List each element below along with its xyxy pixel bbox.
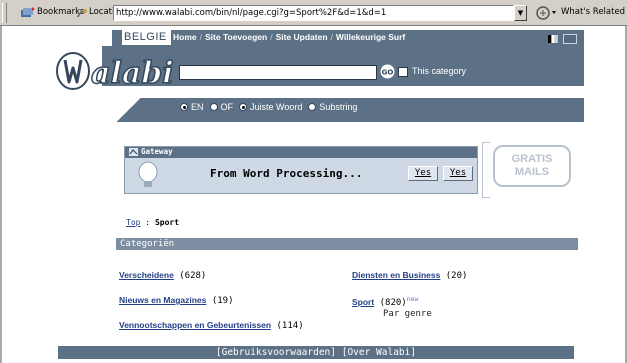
footer-terms-link[interactable]: [Gebruiksvoorwaarden] xyxy=(216,347,336,358)
gratis-mails-ad[interactable]: GRATIS MAILS xyxy=(493,145,571,187)
address-field[interactable]: http://www.walabi.com/bin/nl/page.cgi?g=… xyxy=(113,5,514,21)
whats-related-icon xyxy=(536,6,556,20)
category-link[interactable]: Verscheidene xyxy=(119,270,174,280)
search-input[interactable] xyxy=(179,65,377,80)
subcategory-text: Par genre xyxy=(383,309,432,319)
radio-substring-label: Substring xyxy=(319,102,358,112)
nav-home-link[interactable]: Home xyxy=(173,32,197,42)
go-button[interactable]: GO xyxy=(380,64,395,79)
category-link[interactable]: Sport xyxy=(352,297,374,307)
this-category-label: This category xyxy=(412,66,467,76)
breadcrumb-separator: : xyxy=(145,218,151,227)
radio-en-label: EN xyxy=(191,102,204,112)
radio-juiste-woord[interactable] xyxy=(239,103,248,111)
radio-substring[interactable] xyxy=(308,103,317,111)
nav-separator: / xyxy=(330,32,333,42)
nav-site-updaten-link[interactable]: Site Updaten xyxy=(276,32,328,42)
lightbulb-icon xyxy=(138,161,158,187)
gateway-yes-button-1[interactable]: Yes xyxy=(408,166,438,181)
go-label: GO xyxy=(382,69,394,77)
belgian-flag-icon[interactable] xyxy=(548,35,558,43)
browser-location-toolbar: Bookmarks Location: http://www.walabi.co… xyxy=(0,0,627,26)
radio-en[interactable] xyxy=(180,103,188,111)
category-item: Vennootschappen en Gebeurtenissen (114) xyxy=(119,320,304,331)
gateway-message: From Word Processing... xyxy=(210,167,363,180)
gratis-mails-line-1: GRATIS xyxy=(511,153,553,165)
logo-wordmark: alabi xyxy=(91,56,174,91)
uk-flag-icon[interactable] xyxy=(563,34,577,44)
category-count: (20) xyxy=(445,271,468,281)
gateway-title-bar: Gateway xyxy=(125,147,477,158)
nav-separator: / xyxy=(199,32,202,42)
ad-frame xyxy=(482,142,490,198)
footer-bar: [Gebruiksvoorwaarden] [Over Walabi] xyxy=(58,346,574,359)
category-item: Sport (820)new xyxy=(352,295,419,308)
new-badge: new xyxy=(406,295,419,303)
gratis-mails-line-2: MAILS xyxy=(514,166,550,178)
bookmarks-icon xyxy=(21,7,35,17)
gateway-icon xyxy=(129,148,138,156)
category-item: Nieuws en Magazines (19) xyxy=(119,295,234,306)
nav-willekeurige-surf-link[interactable]: Willekeurige Surf xyxy=(336,32,405,42)
footer-about-link[interactable]: [Over Walabi] xyxy=(342,347,416,358)
search-options: EN OF Juiste Woord Substring xyxy=(180,102,363,112)
radio-of[interactable] xyxy=(209,103,218,111)
radio-juiste-woord-label: Juiste Woord xyxy=(250,102,303,112)
category-item: Diensten en Business (20) xyxy=(352,270,467,281)
nav-site-toevoegen-link[interactable]: Site Toevoegen xyxy=(205,32,267,42)
category-count: (820) xyxy=(379,298,407,308)
category-count: (19) xyxy=(211,296,234,306)
breadcrumb: Top : Sport xyxy=(126,218,179,227)
category-link[interactable]: Nieuws en Magazines xyxy=(119,295,206,305)
breadcrumb-current: Sport xyxy=(154,218,180,227)
category-link[interactable]: Vennootschappen en Gebeurtenissen xyxy=(119,320,271,330)
whats-related-button[interactable]: What's Related xyxy=(561,7,625,17)
category-count: (114) xyxy=(276,321,304,331)
categories-heading: Categoriën xyxy=(116,238,578,250)
this-category-checkbox[interactable] xyxy=(398,67,408,77)
location-icon xyxy=(77,9,87,17)
toolbar-grip[interactable] xyxy=(2,3,7,23)
address-dropdown-button[interactable]: ▼ xyxy=(514,5,527,21)
radio-of-label: OF xyxy=(220,102,234,112)
gateway-yes-button-2[interactable]: Yes xyxy=(443,166,473,181)
category-count: (628) xyxy=(179,271,207,281)
gateway-title: Gateway xyxy=(141,147,173,156)
header-nav-links: Home / Site Toevoegen / Site Updaten / Willeke… xyxy=(173,32,405,42)
nav-separator: / xyxy=(270,32,273,42)
gateway-banner[interactable]: Gateway From Word Processing... Yes Yes xyxy=(124,146,478,194)
category-item: Verscheidene (628) xyxy=(119,270,206,281)
region-label: BELGIE xyxy=(122,29,171,45)
category-link[interactable]: Diensten en Business xyxy=(352,270,440,280)
breadcrumb-top-link[interactable]: Top xyxy=(126,218,140,227)
page-border-left xyxy=(0,26,2,363)
